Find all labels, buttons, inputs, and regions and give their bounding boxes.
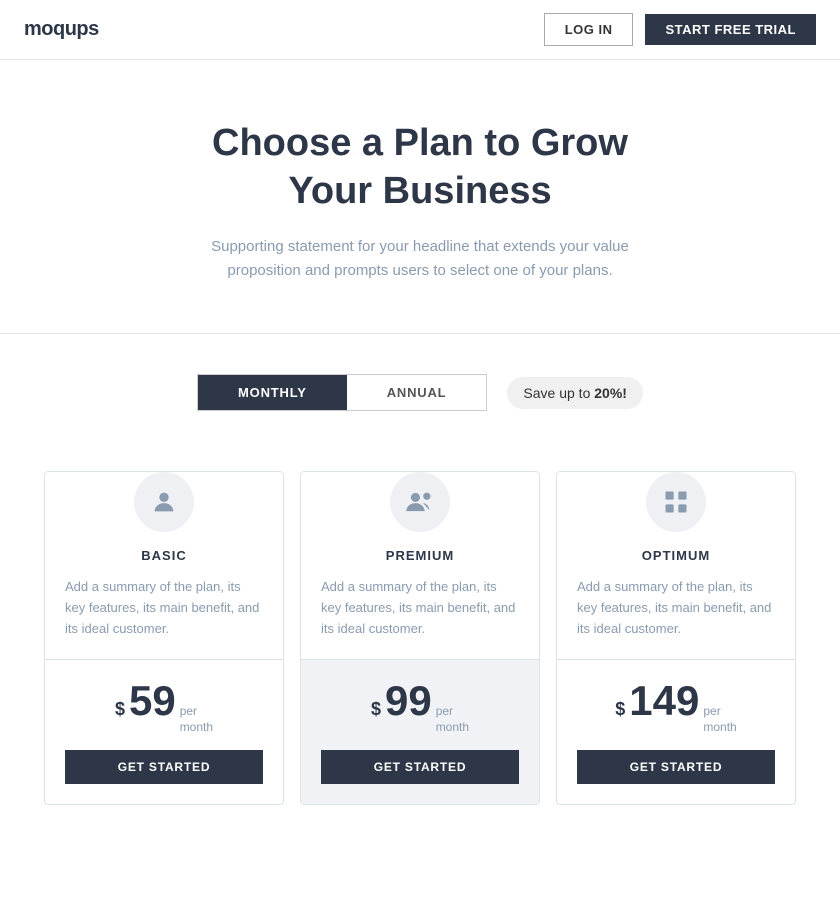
price-row-optimum: $ 149 per month [615, 680, 736, 735]
price-period-optimum: per month [703, 704, 736, 735]
price-dollar-premium: $ [371, 699, 381, 720]
price-unit-premium: month [436, 720, 469, 736]
header: moqups LOG IN START FREE TRIAL [0, 0, 840, 60]
plan-name-premium: PREMIUM [321, 548, 519, 563]
price-unit-basic: month [180, 720, 213, 736]
single-user-icon [134, 472, 194, 532]
plan-card-optimum: OPTIMUM Add a summary of the plan, its k… [556, 471, 796, 805]
plan-card-basic: BASIC Add a summary of the plan, its key… [44, 471, 284, 805]
card-footer-basic: $ 59 per month GET STARTED [45, 659, 283, 803]
save-text: Save up to [523, 385, 594, 401]
plan-description-basic: Add a summary of the plan, its key featu… [65, 577, 263, 639]
save-badge: Save up to 20%! [507, 377, 643, 409]
card-body-basic: BASIC Add a summary of the plan, its key… [45, 532, 283, 659]
plan-description-optimum: Add a summary of the plan, its key featu… [577, 577, 775, 639]
logo: moqups [24, 18, 99, 41]
billing-toggle-wrapper: MONTHLY ANNUAL Save up to 20%! [197, 374, 643, 411]
card-footer-premium: $ 99 per month GET STARTED [301, 659, 539, 803]
plan-card-premium: PREMIUM Add a summary of the plan, its k… [300, 471, 540, 805]
get-started-button-optimum[interactable]: GET STARTED [577, 750, 775, 784]
price-per-optimum: per [703, 704, 736, 720]
multi-user-icon [390, 472, 450, 532]
hero-section: Choose a Plan to Grow Your Business Supp… [0, 60, 840, 334]
login-button[interactable]: LOG IN [544, 13, 634, 46]
price-dollar-basic: $ [115, 699, 125, 720]
start-trial-button[interactable]: START FREE TRIAL [645, 14, 816, 45]
price-amount-optimum: 149 [629, 680, 699, 722]
price-row-basic: $ 59 per month [115, 680, 213, 735]
price-per-basic: per [180, 704, 213, 720]
header-actions: LOG IN START FREE TRIAL [544, 13, 816, 46]
annual-toggle-button[interactable]: ANNUAL [347, 375, 487, 410]
price-per-premium: per [436, 704, 469, 720]
card-footer-optimum: $ 149 per month GET STARTED [557, 659, 795, 803]
hero-subtitle: Supporting statement for your headline t… [210, 235, 630, 283]
price-unit-optimum: month [703, 720, 736, 736]
price-amount-basic: 59 [129, 680, 176, 722]
pricing-cards: BASIC Add a summary of the plan, its key… [0, 471, 840, 845]
monthly-toggle-button[interactable]: MONTHLY [198, 375, 347, 410]
card-top-basic [45, 472, 283, 532]
grid-icon [646, 472, 706, 532]
plan-description-premium: Add a summary of the plan, its key featu… [321, 577, 519, 639]
plan-name-optimum: OPTIMUM [577, 548, 775, 563]
price-period-basic: per month [180, 704, 213, 735]
card-body-premium: PREMIUM Add a summary of the plan, its k… [301, 532, 539, 659]
price-period-premium: per month [436, 704, 469, 735]
card-top-optimum [557, 472, 795, 532]
card-body-optimum: OPTIMUM Add a summary of the plan, its k… [557, 532, 795, 659]
plan-name-basic: BASIC [65, 548, 263, 563]
price-row-premium: $ 99 per month [371, 680, 469, 735]
save-amount: 20%! [594, 385, 627, 401]
price-dollar-optimum: $ [615, 699, 625, 720]
billing-section: MONTHLY ANNUAL Save up to 20%! [0, 334, 840, 471]
card-top-premium [301, 472, 539, 532]
price-amount-premium: 99 [385, 680, 432, 722]
get-started-button-premium[interactable]: GET STARTED [321, 750, 519, 784]
hero-title: Choose a Plan to Grow Your Business [170, 120, 670, 215]
get-started-button-basic[interactable]: GET STARTED [65, 750, 263, 784]
billing-toggle: MONTHLY ANNUAL [197, 374, 487, 411]
